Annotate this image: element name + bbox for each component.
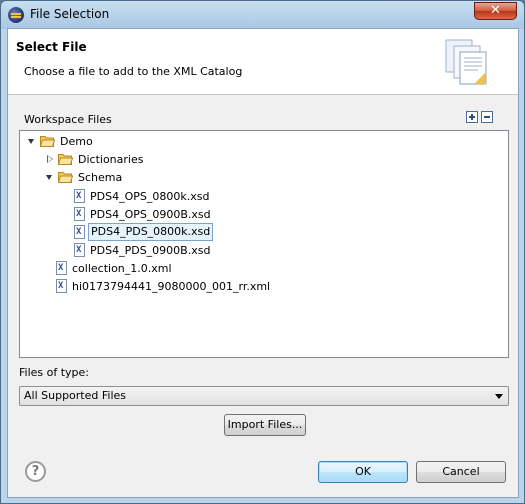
expand-all-icon[interactable] <box>466 111 478 123</box>
expanded-arrow-icon[interactable] <box>46 175 52 180</box>
files-of-type-select[interactable]: All Supported Files <box>19 386 509 406</box>
tree-label: PDS4_OPS_0900B.xsd <box>90 208 211 221</box>
xml-file-icon <box>56 278 67 295</box>
workspace-files-label: Workspace Files <box>24 113 112 126</box>
tree-label: Schema <box>78 171 123 184</box>
collapse-all-icon[interactable] <box>481 111 493 123</box>
folder-open-icon <box>40 136 55 147</box>
folder-icon <box>58 154 73 165</box>
workspace-tree[interactable]: Demo Dictionaries Schema X PDS4_OPS_0800… <box>19 130 509 358</box>
expanded-arrow-icon[interactable] <box>28 139 34 144</box>
tree-label: PDS4_OPS_0800k.xsd <box>90 190 210 203</box>
chevron-down-icon[interactable] <box>495 394 503 399</box>
ok-button[interactable]: OK <box>318 461 408 483</box>
folder-open-icon <box>58 172 73 183</box>
collapsed-arrow-icon[interactable] <box>47 155 53 163</box>
dialog-header: Select File Choose a file to add to the … <box>8 29 518 95</box>
tree-label: Demo <box>60 135 93 148</box>
header-description: Choose a file to add to the XML Catalog <box>24 65 243 78</box>
files-of-type-value: All Supported Files <box>24 389 127 402</box>
title-bar[interactable]: File Selection ✕ <box>1 1 524 28</box>
xsd-file-icon <box>74 224 85 241</box>
help-icon[interactable]: ? <box>25 461 46 482</box>
close-button[interactable]: ✕ <box>474 2 517 20</box>
window-title: File Selection <box>30 7 110 21</box>
import-files-button[interactable]: Import Files... <box>224 414 306 436</box>
files-of-type-label: Files of type: <box>19 366 90 379</box>
documents-icon <box>445 39 487 85</box>
tree-label: hi0173794441_9080000_001_rr.xml <box>72 280 271 293</box>
dialog-client-area: Select File Choose a file to add to the … <box>7 28 519 498</box>
tree-label: collection_1.0.xml <box>72 262 172 275</box>
xsd-file-icon <box>74 242 85 259</box>
header-title: Select File <box>16 40 87 54</box>
cancel-button[interactable]: Cancel <box>416 461 506 483</box>
eclipse-icon <box>8 7 24 23</box>
tree-label: PDS4_PDS_0800k.xsd <box>88 223 214 241</box>
tree-label: Dictionaries <box>78 153 144 166</box>
file-selection-dialog: File Selection ✕ Select File Choose a fi… <box>0 0 525 504</box>
xsd-file-icon <box>74 206 85 223</box>
tree-label: PDS4_PDS_0900B.xsd <box>90 244 211 257</box>
xsd-file-icon <box>74 188 85 205</box>
xml-file-icon <box>56 260 67 277</box>
